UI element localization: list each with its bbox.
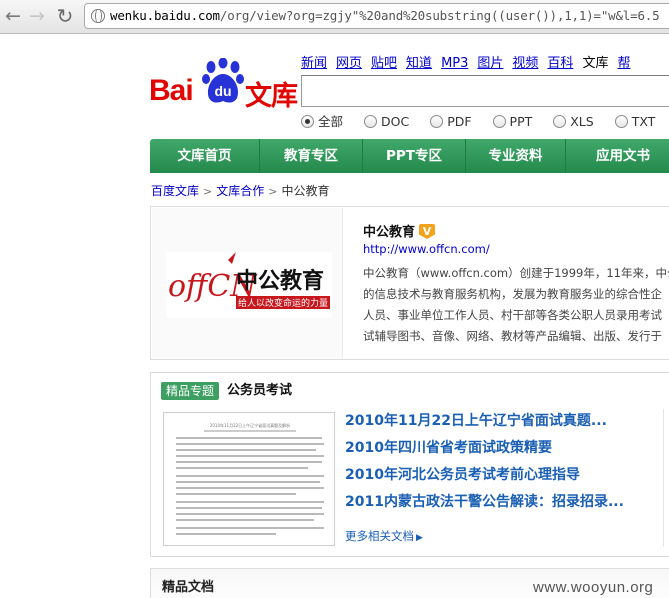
paw-icon: du — [202, 58, 244, 103]
nav-zhidao[interactable]: 知道 — [406, 56, 432, 71]
org-name: 中公教育 — [363, 225, 416, 240]
section-title: 精品文档 — [162, 580, 215, 595]
breadcrumb: 百度文库 > 文库合作 > 中公教育 — [151, 182, 329, 199]
topic-tag: 精品专题 — [161, 382, 220, 400]
address-bar[interactable]: wenku.baidu.com/org/view?org=zgjy"%20and… — [84, 3, 669, 29]
logo-du-text: du — [214, 83, 231, 99]
filetype-pdf[interactable]: PDF — [430, 114, 472, 129]
topic-link-2[interactable]: 2010年四川省省考面试政策精要 — [345, 437, 624, 464]
logo-cn-name: 中公教育 — [236, 268, 324, 294]
menu-education[interactable]: 教育专区 — [260, 139, 363, 173]
thumb-title: 2010年11月22日上午辽宁省面试真题及解析 — [209, 423, 291, 428]
org-logo-panel: offCN 中公教育 给人以改变命运的力量 — [152, 208, 343, 358]
menu-ppt[interactable]: PPT专区 — [363, 139, 466, 173]
topic-title[interactable]: 公务员考试 — [227, 382, 292, 400]
topic-link-3[interactable]: 2010年河北公务员考试考前心理指导 — [345, 464, 624, 491]
back-arrow-icon[interactable]: ← — [0, 3, 26, 29]
nav-help[interactable]: 帮 — [617, 56, 630, 71]
breadcrumb-current: 中公教育 — [281, 184, 330, 198]
filetype-ppt[interactable]: PPT — [492, 114, 532, 129]
breadcrumb-wenku[interactable]: 百度文库 — [151, 184, 199, 198]
chevron-right-icon: > — [268, 185, 278, 198]
nav-news[interactable]: 新闻 — [301, 56, 327, 71]
globe-icon — [91, 8, 105, 23]
radio-icon — [364, 115, 377, 128]
triangle-right-icon: ▶ — [416, 533, 423, 543]
nav-baike[interactable]: 百科 — [547, 56, 573, 71]
nav-images[interactable]: 图片 — [477, 56, 503, 71]
chevron-right-icon: > — [203, 185, 213, 198]
org-website-link[interactable]: http://www.offcn.com/ — [363, 242, 490, 256]
radio-icon — [430, 115, 444, 128]
radio-icon — [553, 115, 567, 128]
nav-web[interactable]: 网页 — [336, 56, 362, 71]
radio-selected-icon — [301, 115, 314, 128]
breadcrumb-cooperation[interactable]: 文库合作 — [216, 184, 264, 198]
menu-professional[interactable]: 专业资料 — [466, 139, 566, 173]
verified-badge-icon: V — [419, 224, 436, 239]
menu-documents[interactable]: 应用文书 — [566, 139, 669, 173]
baidu-wenku-logo[interactable]: Bai du 文库 — [149, 58, 299, 112]
main-menu: 文库首页 教育专区 PPT专区 专业资料 应用文书 — [150, 139, 669, 173]
radio-icon — [492, 115, 506, 128]
nav-wenku: 文库 — [582, 56, 609, 71]
top-nav: 新闻 网页 贴吧 知道 MP3 图片 视频 百科 文库帮 — [301, 52, 639, 71]
nav-tieba[interactable]: 贴吧 — [371, 56, 397, 71]
nav-video[interactable]: 视频 — [512, 56, 538, 71]
offcn-logo[interactable]: offCN 中公教育 给人以改变命运的力量 — [166, 252, 332, 318]
topic-links: 2010年11月22日上午辽宁省面试真题... 2010年四川省省考面试政策精要… — [345, 410, 624, 518]
browser-toolbar: ← → ↻ wenku.baidu.com/org/view?org=zgjy"… — [0, 0, 669, 34]
logo-slogan: 给人以改变命运的力量 — [238, 297, 328, 309]
document-thumbnail[interactable]: 2010年11月22日上午辽宁省面试真题及解析 — [163, 412, 335, 546]
url-text: wenku.baidu.com/org/view?org=zgjy"%20and… — [110, 8, 660, 23]
org-name-row: 中公教育 V — [363, 221, 436, 240]
search-input[interactable] — [301, 75, 669, 107]
filetype-xls[interactable]: XLS — [553, 114, 594, 129]
radio-icon — [614, 115, 628, 128]
filetype-all[interactable]: 全部 — [301, 111, 343, 130]
topic-link-4[interactable]: 2011内蒙古政法干警公告解读：招录招录... — [345, 491, 624, 518]
topic-link-1[interactable]: 2010年11月22日上午辽宁省面试真题... — [345, 410, 624, 437]
org-profile: offCN 中公教育 给人以改变命运的力量 中公教育 V http://www.o… — [150, 206, 669, 360]
nav-mp3[interactable]: MP3 — [441, 56, 468, 71]
org-description: 中公教育（www.offcn.com）创建于1999年，11年来，中公 的信息技… — [363, 266, 669, 343]
reload-icon[interactable]: ↻ — [52, 3, 78, 29]
filetype-filter: 全部 DOC PDF PPT XLS TXT — [301, 111, 669, 130]
divider — [663, 409, 664, 547]
menu-wenku-home[interactable]: 文库首页 — [150, 139, 260, 173]
more-docs-link[interactable]: 更多相关文档 ▶ — [345, 528, 423, 544]
forward-arrow-icon[interactable]: → — [24, 3, 50, 29]
featured-topic: 精品专题 公务员考试 2010年11月22日上午辽宁省面试真题及解析 2010年… — [150, 372, 669, 557]
filetype-txt[interactable]: TXT — [614, 114, 655, 129]
filetype-doc[interactable]: DOC — [364, 114, 409, 129]
watermark: www.wooyun.org — [533, 579, 654, 596]
